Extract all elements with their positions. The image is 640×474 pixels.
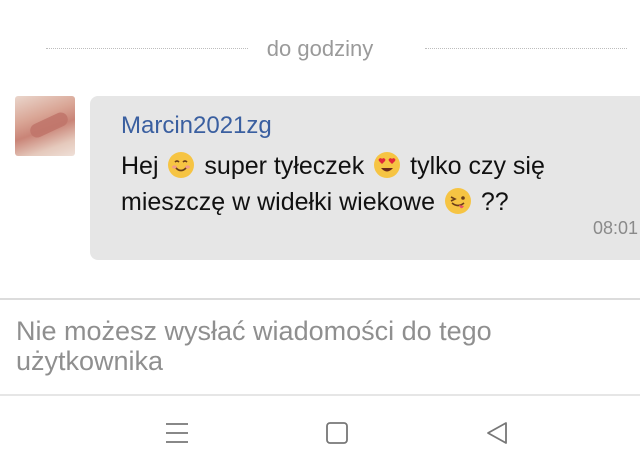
message-part: super tyłeczek [204,152,365,180]
message-part: Hej [121,152,159,180]
home-square-icon[interactable] [322,418,352,448]
message-part: tylko czy się [410,152,545,180]
system-navigation-bar [0,396,640,474]
date-divider: do godziny [0,30,640,66]
blocked-notice: Nie możesz wysłać wiadomości do tego uży… [16,316,492,376]
heart-eyes-icon [373,151,401,179]
menu-icon[interactable] [162,418,192,448]
message-text: Hej super tyłeczek tylko czy się mieszcz… [121,148,621,220]
message-part: ?? [480,188,509,216]
winking-tongue-icon [444,187,472,215]
avatar[interactable] [15,96,75,156]
smiling-face-icon [167,151,195,179]
message-timestamp: 08:01 [593,218,639,238]
back-triangle-icon[interactable] [482,418,512,448]
sender-name[interactable]: Marcin2021zg [121,112,272,140]
message-bubble: Marcin2021zg Hej super tyłeczek tylko cz… [90,96,640,260]
divider-label: do godziny [266,36,374,61]
message-part: mieszczę w widełki wiekowe [121,188,435,216]
message-input-area: Nie możesz wysłać wiadomości do tego uży… [0,298,640,396]
divider-line-right [425,48,627,49]
